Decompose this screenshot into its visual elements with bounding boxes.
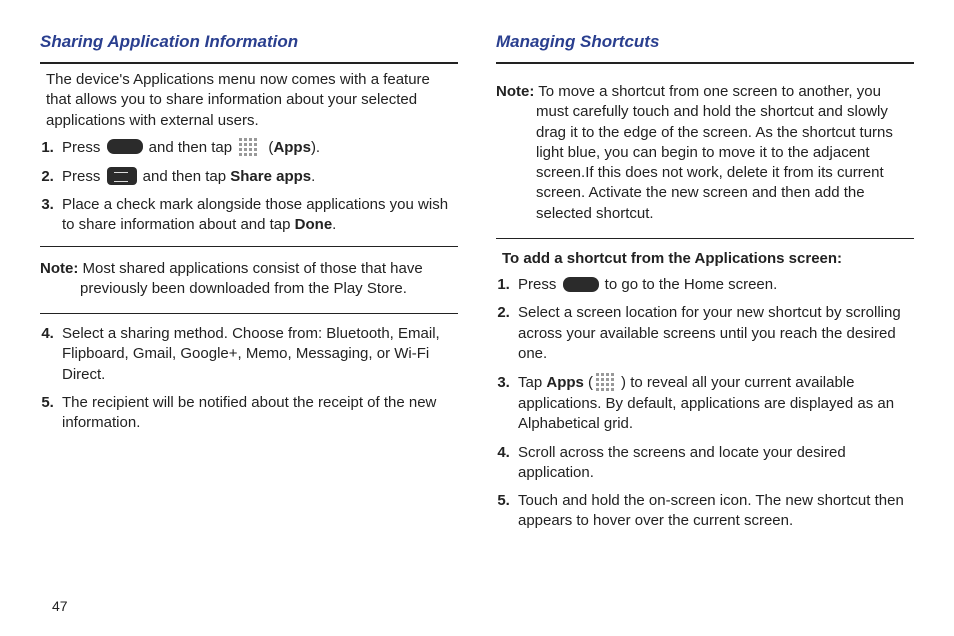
left-step-1: Press and then tap (Apps).: [58, 137, 458, 159]
right-subhead: To add a shortcut from the Applications …: [502, 249, 914, 269]
home-button-icon: [107, 139, 143, 154]
left-steps-1-3: Press and then tap (Apps). Press and the…: [58, 137, 458, 236]
bold-text: Apps: [546, 374, 584, 391]
left-step-5: The recipient will be notified about the…: [58, 393, 458, 434]
left-step-4: Select a sharing method. Choose from: Bl…: [58, 324, 458, 385]
left-column: Sharing Application Information The devi…: [40, 32, 458, 540]
text-part: Press: [62, 168, 105, 185]
left-step-2: Press and then tap Share apps.: [58, 167, 458, 187]
right-note: Note: To move a shortcut from one screen…: [496, 82, 914, 224]
text-part: (: [584, 374, 593, 391]
note-body: Most shared applications consist of thos…: [78, 260, 422, 297]
left-note-block: Note: Most shared applications consist o…: [40, 246, 458, 315]
bold-text: Apps: [273, 139, 311, 156]
right-step-2: Select a screen location for your new sh…: [514, 303, 914, 364]
text-part: Tap: [518, 374, 546, 391]
right-step-1: Press to go to the Home screen.: [514, 275, 914, 295]
home-button-icon: [563, 277, 599, 292]
note-label: Note:: [496, 83, 534, 100]
apps-grid-icon: [595, 372, 619, 394]
right-note-block: Note: To move a shortcut from one screen…: [496, 70, 914, 239]
bold-text: Done: [295, 216, 333, 233]
left-note: Note: Most shared applications consist o…: [40, 259, 458, 300]
apps-grid-icon: [238, 137, 262, 159]
page-number: 47: [52, 598, 68, 614]
bold-text: Share apps: [230, 168, 311, 185]
left-steps-4-5: Select a sharing method. Choose from: Bl…: [58, 324, 458, 433]
text-part: ).: [311, 139, 320, 156]
text-part: and then tap: [145, 139, 237, 156]
right-step-5: Touch and hold the on-screen icon. The n…: [514, 491, 914, 532]
menu-button-icon: [107, 167, 137, 185]
note-label: Note:: [40, 260, 78, 277]
right-column: Managing Shortcuts Note: To move a short…: [496, 32, 914, 540]
text-part: Press: [518, 276, 561, 293]
left-heading: Sharing Application Information: [40, 32, 458, 64]
right-heading: Managing Shortcuts: [496, 32, 914, 64]
left-intro: The device's Applications menu now comes…: [46, 70, 458, 131]
right-step-3: Tap Apps () to reveal all your current a…: [514, 372, 914, 435]
text-part: and then tap: [139, 168, 231, 185]
text-part: .: [311, 168, 315, 185]
text-part: Press: [62, 139, 105, 156]
right-step-4: Scroll across the screens and locate you…: [514, 443, 914, 484]
right-steps: Press to go to the Home screen. Select a…: [514, 275, 914, 532]
text-part: Place a check mark alongside those appli…: [62, 196, 448, 233]
text-part: to go to the Home screen.: [601, 276, 778, 293]
text-part: .: [332, 216, 336, 233]
note-body: To move a shortcut from one screen to an…: [534, 83, 893, 222]
left-step-3: Place a check mark alongside those appli…: [58, 195, 458, 236]
